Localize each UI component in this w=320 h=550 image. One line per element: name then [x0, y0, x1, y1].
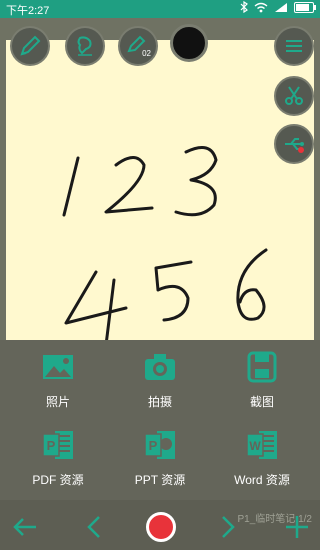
screenshot-label: 截图 — [249, 395, 274, 409]
eraser-tool-button[interactable] — [65, 26, 105, 66]
next-page-icon[interactable] — [212, 512, 242, 542]
pen-size-badge: 02 — [142, 49, 151, 58]
drawing-area[interactable] — [0, 18, 320, 340]
camera-label: 拍摄 — [147, 395, 172, 409]
eraser-icon — [77, 36, 92, 56]
pen-tool-button[interactable] — [10, 26, 50, 66]
status-bar: 下午2:27 — [0, 0, 320, 18]
resource-panel: 照片 拍摄 截图 P PDF 资源 P PPT 资源 W Word 资源 — [0, 340, 320, 500]
camera-button[interactable]: 拍摄 — [110, 350, 210, 410]
status-icons — [240, 1, 316, 13]
handwriting — [62, 146, 268, 340]
status-time: 下午2:27 — [6, 5, 50, 17]
screenshot-icon — [247, 351, 277, 383]
menu-button[interactable] — [274, 26, 314, 66]
svg-text:P: P — [149, 438, 158, 453]
scissors-icon — [285, 86, 303, 105]
photo-button[interactable]: 照片 — [8, 350, 108, 410]
pdf-resource-button[interactable]: P PDF 资源 — [8, 428, 108, 488]
svg-text:P: P — [47, 438, 56, 453]
back-arrow-icon[interactable] — [10, 512, 40, 542]
word-label: Word 资源 — [234, 473, 290, 487]
battery-icon — [294, 1, 316, 13]
photo-label: 照片 — [45, 395, 70, 409]
screenshot-button[interactable]: 截图 — [212, 350, 312, 410]
pdf-label: PDF 资源 — [32, 473, 84, 487]
record-button[interactable] — [146, 512, 176, 542]
usb-icon — [285, 138, 304, 153]
pen-icon — [20, 35, 41, 56]
ppt-icon: P — [144, 431, 175, 459]
add-page-icon[interactable] — [282, 512, 312, 542]
menu-icon — [286, 40, 302, 52]
color-picker-button[interactable] — [170, 24, 208, 62]
usb-button[interactable] — [274, 124, 314, 164]
word-resource-button[interactable]: W Word 资源 — [212, 428, 312, 488]
ppt-resource-button[interactable]: P PPT 资源 — [110, 428, 210, 488]
scissors-button[interactable] — [274, 76, 314, 116]
ppt-label: PPT 资源 — [134, 473, 186, 487]
signal-icon — [275, 2, 287, 12]
svg-text:W: W — [249, 439, 261, 453]
photo-icon — [43, 355, 73, 379]
prev-page-icon[interactable] — [80, 512, 110, 542]
camera-icon — [145, 354, 175, 380]
note-paper[interactable] — [6, 40, 314, 340]
wifi-icon — [254, 2, 268, 12]
pdf-icon: P — [42, 431, 73, 459]
pen-size-button[interactable]: 02 — [118, 26, 158, 66]
bluetooth-icon — [240, 1, 248, 13]
word-icon: W — [246, 431, 277, 459]
